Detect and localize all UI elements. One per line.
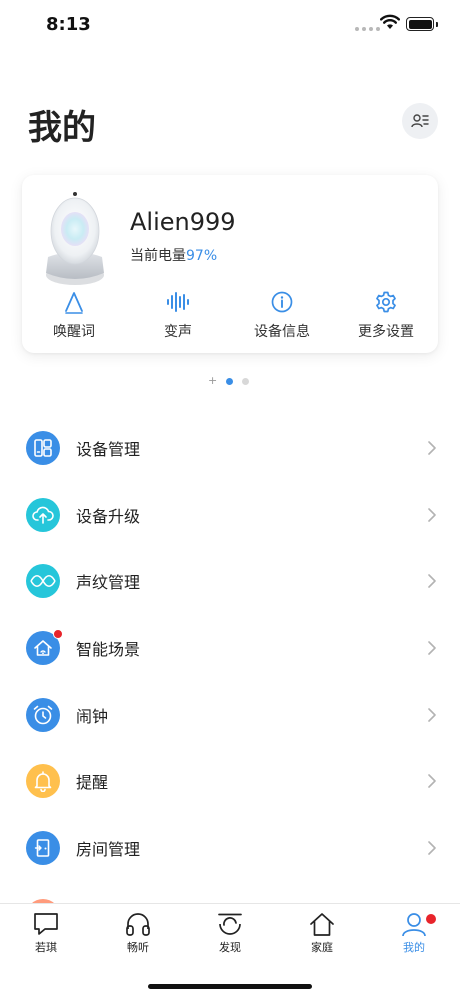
page-dot[interactable] — [242, 377, 250, 385]
menu-label: 设备管理 — [76, 440, 141, 460]
tab-listen[interactable]: 畅听 — [92, 904, 184, 962]
profile-button[interactable] — [402, 103, 438, 139]
wake-word-icon — [65, 292, 83, 314]
voice-change-button[interactable]: 变声 — [126, 289, 230, 341]
bell-icon — [26, 764, 60, 799]
notification-dot — [426, 914, 436, 924]
chevron-right-icon — [428, 574, 436, 589]
tab-label: 若琪 — [35, 941, 57, 954]
tab-discover[interactable]: 发现 — [184, 904, 276, 962]
device-info-button[interactable]: 设备信息 — [230, 289, 334, 341]
chevron-right-icon — [428, 508, 436, 522]
tab-label: 家庭 — [311, 941, 333, 954]
door-icon — [26, 830, 60, 865]
menu-item-smart-scene[interactable]: 智能场景 — [0, 615, 460, 682]
settings-menu: 设备管理 设备升级 声纹管理 智能场景 闹钟 提醒 房间管理 — [0, 415, 460, 881]
chevron-right-icon — [428, 841, 436, 855]
chevron-right-icon — [428, 641, 436, 655]
headphones-icon — [126, 913, 150, 936]
add-device-indicator[interactable]: + — [208, 375, 217, 386]
more-settings-button[interactable]: 更多设置 — [334, 289, 438, 341]
house-icon — [310, 913, 334, 936]
menu-item-voiceprint[interactable]: 声纹管理 — [0, 548, 460, 615]
wake-word-button[interactable]: 唤醒词 — [22, 289, 126, 341]
chat-icon — [34, 913, 58, 935]
person-icon — [402, 913, 426, 937]
menu-label: 设备升级 — [76, 506, 141, 526]
notification-dot — [53, 629, 63, 640]
voiceprint-icon — [26, 564, 60, 599]
menu-item-reminder[interactable]: 提醒 — [0, 748, 460, 815]
smart-home-icon — [26, 629, 63, 666]
wifi-icon — [380, 14, 400, 29]
page-indicator: + — [208, 375, 250, 386]
menu-label: 声纹管理 — [76, 573, 141, 593]
device-actions: 唤醒词 变声 设备信息 更多设置 — [22, 289, 438, 341]
info-icon — [271, 291, 293, 313]
battery-label: 当前电量 — [130, 248, 186, 264]
device-grid-icon — [26, 431, 60, 466]
device-card[interactable]: Alien999 当前电量97% 唤醒词 变声 设备信息 更多设置 — [22, 175, 438, 353]
home-indicator — [148, 984, 312, 989]
chevron-right-icon — [428, 774, 436, 789]
tab-label: 我的 — [403, 941, 425, 954]
alarm-clock-icon — [26, 697, 60, 732]
tab-label: 畅听 — [127, 941, 149, 954]
signal-icon — [355, 27, 380, 31]
tab-label: 发现 — [219, 941, 241, 954]
status-bar: 8:13 — [0, 0, 460, 50]
cloud-upload-icon — [26, 497, 60, 532]
page-title: 我的 — [28, 108, 96, 148]
status-time: 8:13 — [46, 14, 91, 35]
tab-mine[interactable]: 我的 — [368, 904, 460, 962]
menu-label: 房间管理 — [76, 839, 141, 859]
battery-status: 当前电量97% — [130, 245, 217, 265]
battery-icon — [406, 17, 438, 31]
discover-icon — [218, 913, 242, 935]
user-list-icon — [411, 114, 429, 128]
device-info-label: 设备信息 — [254, 324, 310, 340]
voice-wave-icon — [167, 292, 189, 312]
menu-label: 闹钟 — [76, 706, 109, 726]
device-image — [46, 192, 104, 285]
menu-item-room-management[interactable]: 房间管理 — [0, 815, 460, 882]
tab-family[interactable]: 家庭 — [276, 904, 368, 962]
page-dot-active[interactable] — [226, 377, 234, 385]
chevron-right-icon — [428, 441, 436, 456]
tab-ruoqi[interactable]: 若琪 — [0, 904, 92, 962]
chevron-right-icon — [428, 707, 436, 722]
gear-icon — [376, 291, 396, 313]
battery-percent: 97% — [186, 248, 218, 264]
menu-item-device-upgrade[interactable]: 设备升级 — [0, 482, 460, 549]
wake-word-label: 唤醒词 — [53, 324, 95, 340]
menu-item-device-management[interactable]: 设备管理 — [0, 415, 460, 482]
menu-label: 提醒 — [76, 773, 109, 793]
menu-label: 智能场景 — [76, 640, 141, 660]
device-name: Alien999 — [130, 208, 236, 236]
more-settings-label: 更多设置 — [358, 324, 414, 340]
voice-change-label: 变声 — [164, 324, 192, 340]
tab-bar: 若琪 畅听 发现 家庭 我的 — [0, 903, 460, 996]
menu-item-alarm[interactable]: 闹钟 — [0, 681, 460, 748]
